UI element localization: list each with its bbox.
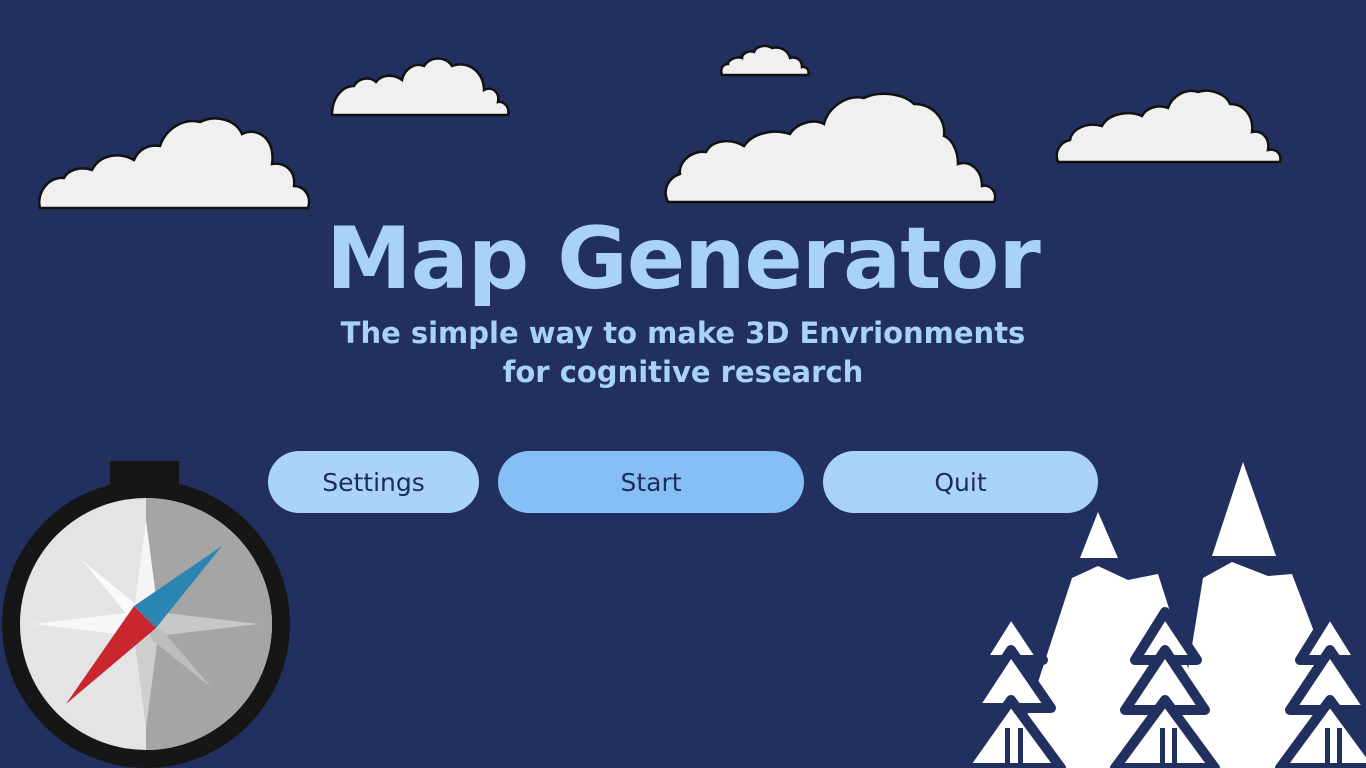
settings-button[interactable]: Settings: [268, 451, 479, 513]
start-button[interactable]: Start: [498, 451, 804, 513]
quit-button-label: Quit: [934, 467, 987, 497]
settings-button-label: Settings: [322, 467, 425, 497]
start-button-label: Start: [620, 467, 682, 497]
app-title: Map Generator: [326, 209, 1041, 309]
subtitle-line: for cognitive research: [502, 355, 864, 389]
subtitle-line: The simple way to make 3D Envrionments: [340, 316, 1026, 350]
app-subtitle: The simple way to make 3D Envrionments f…: [0, 314, 1366, 392]
quit-button[interactable]: Quit: [823, 451, 1098, 513]
main-menu-screen: Map Generator The simple way to make 3D …: [0, 0, 1366, 768]
